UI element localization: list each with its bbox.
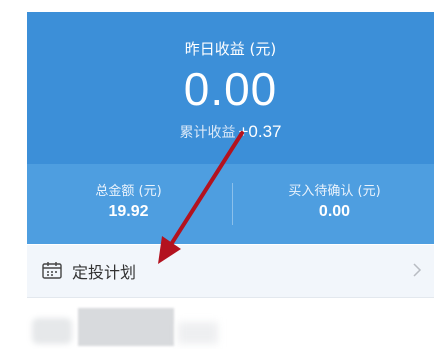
pending-purchase-label: 买入待确认 (元)	[288, 184, 381, 199]
total-amount-value: 19.92	[108, 203, 149, 220]
chevron-right-icon	[413, 263, 422, 277]
investment-plan-row[interactable]: 定投计划	[27, 245, 434, 298]
cumulative-earnings[interactable]: 累计收益 +0.37	[27, 122, 434, 142]
blurred-content	[32, 318, 72, 344]
investment-plan-label: 定投计划	[72, 263, 137, 282]
calendar-icon	[42, 262, 62, 279]
cumulative-earnings-label: 累计收益	[179, 125, 236, 141]
total-amount[interactable]: 总金额 (元) 19.92	[27, 180, 230, 221]
total-amount-label: 总金额 (元)	[95, 184, 162, 199]
cumulative-earnings-value: +0.37	[238, 122, 282, 141]
pending-purchase[interactable]: 买入待确认 (元) 0.00	[233, 180, 434, 221]
page: 昨日收益 (元) 0.00 累计收益 +0.37 总金额 (元) 19.92 买入…	[0, 0, 434, 349]
blurred-content	[178, 322, 218, 344]
pending-purchase-value: 0.00	[318, 203, 351, 220]
blurred-content	[78, 308, 174, 346]
yesterday-earnings-label: 昨日收益 (元)	[184, 40, 277, 58]
yesterday-earnings-value: 0.00	[183, 63, 278, 115]
